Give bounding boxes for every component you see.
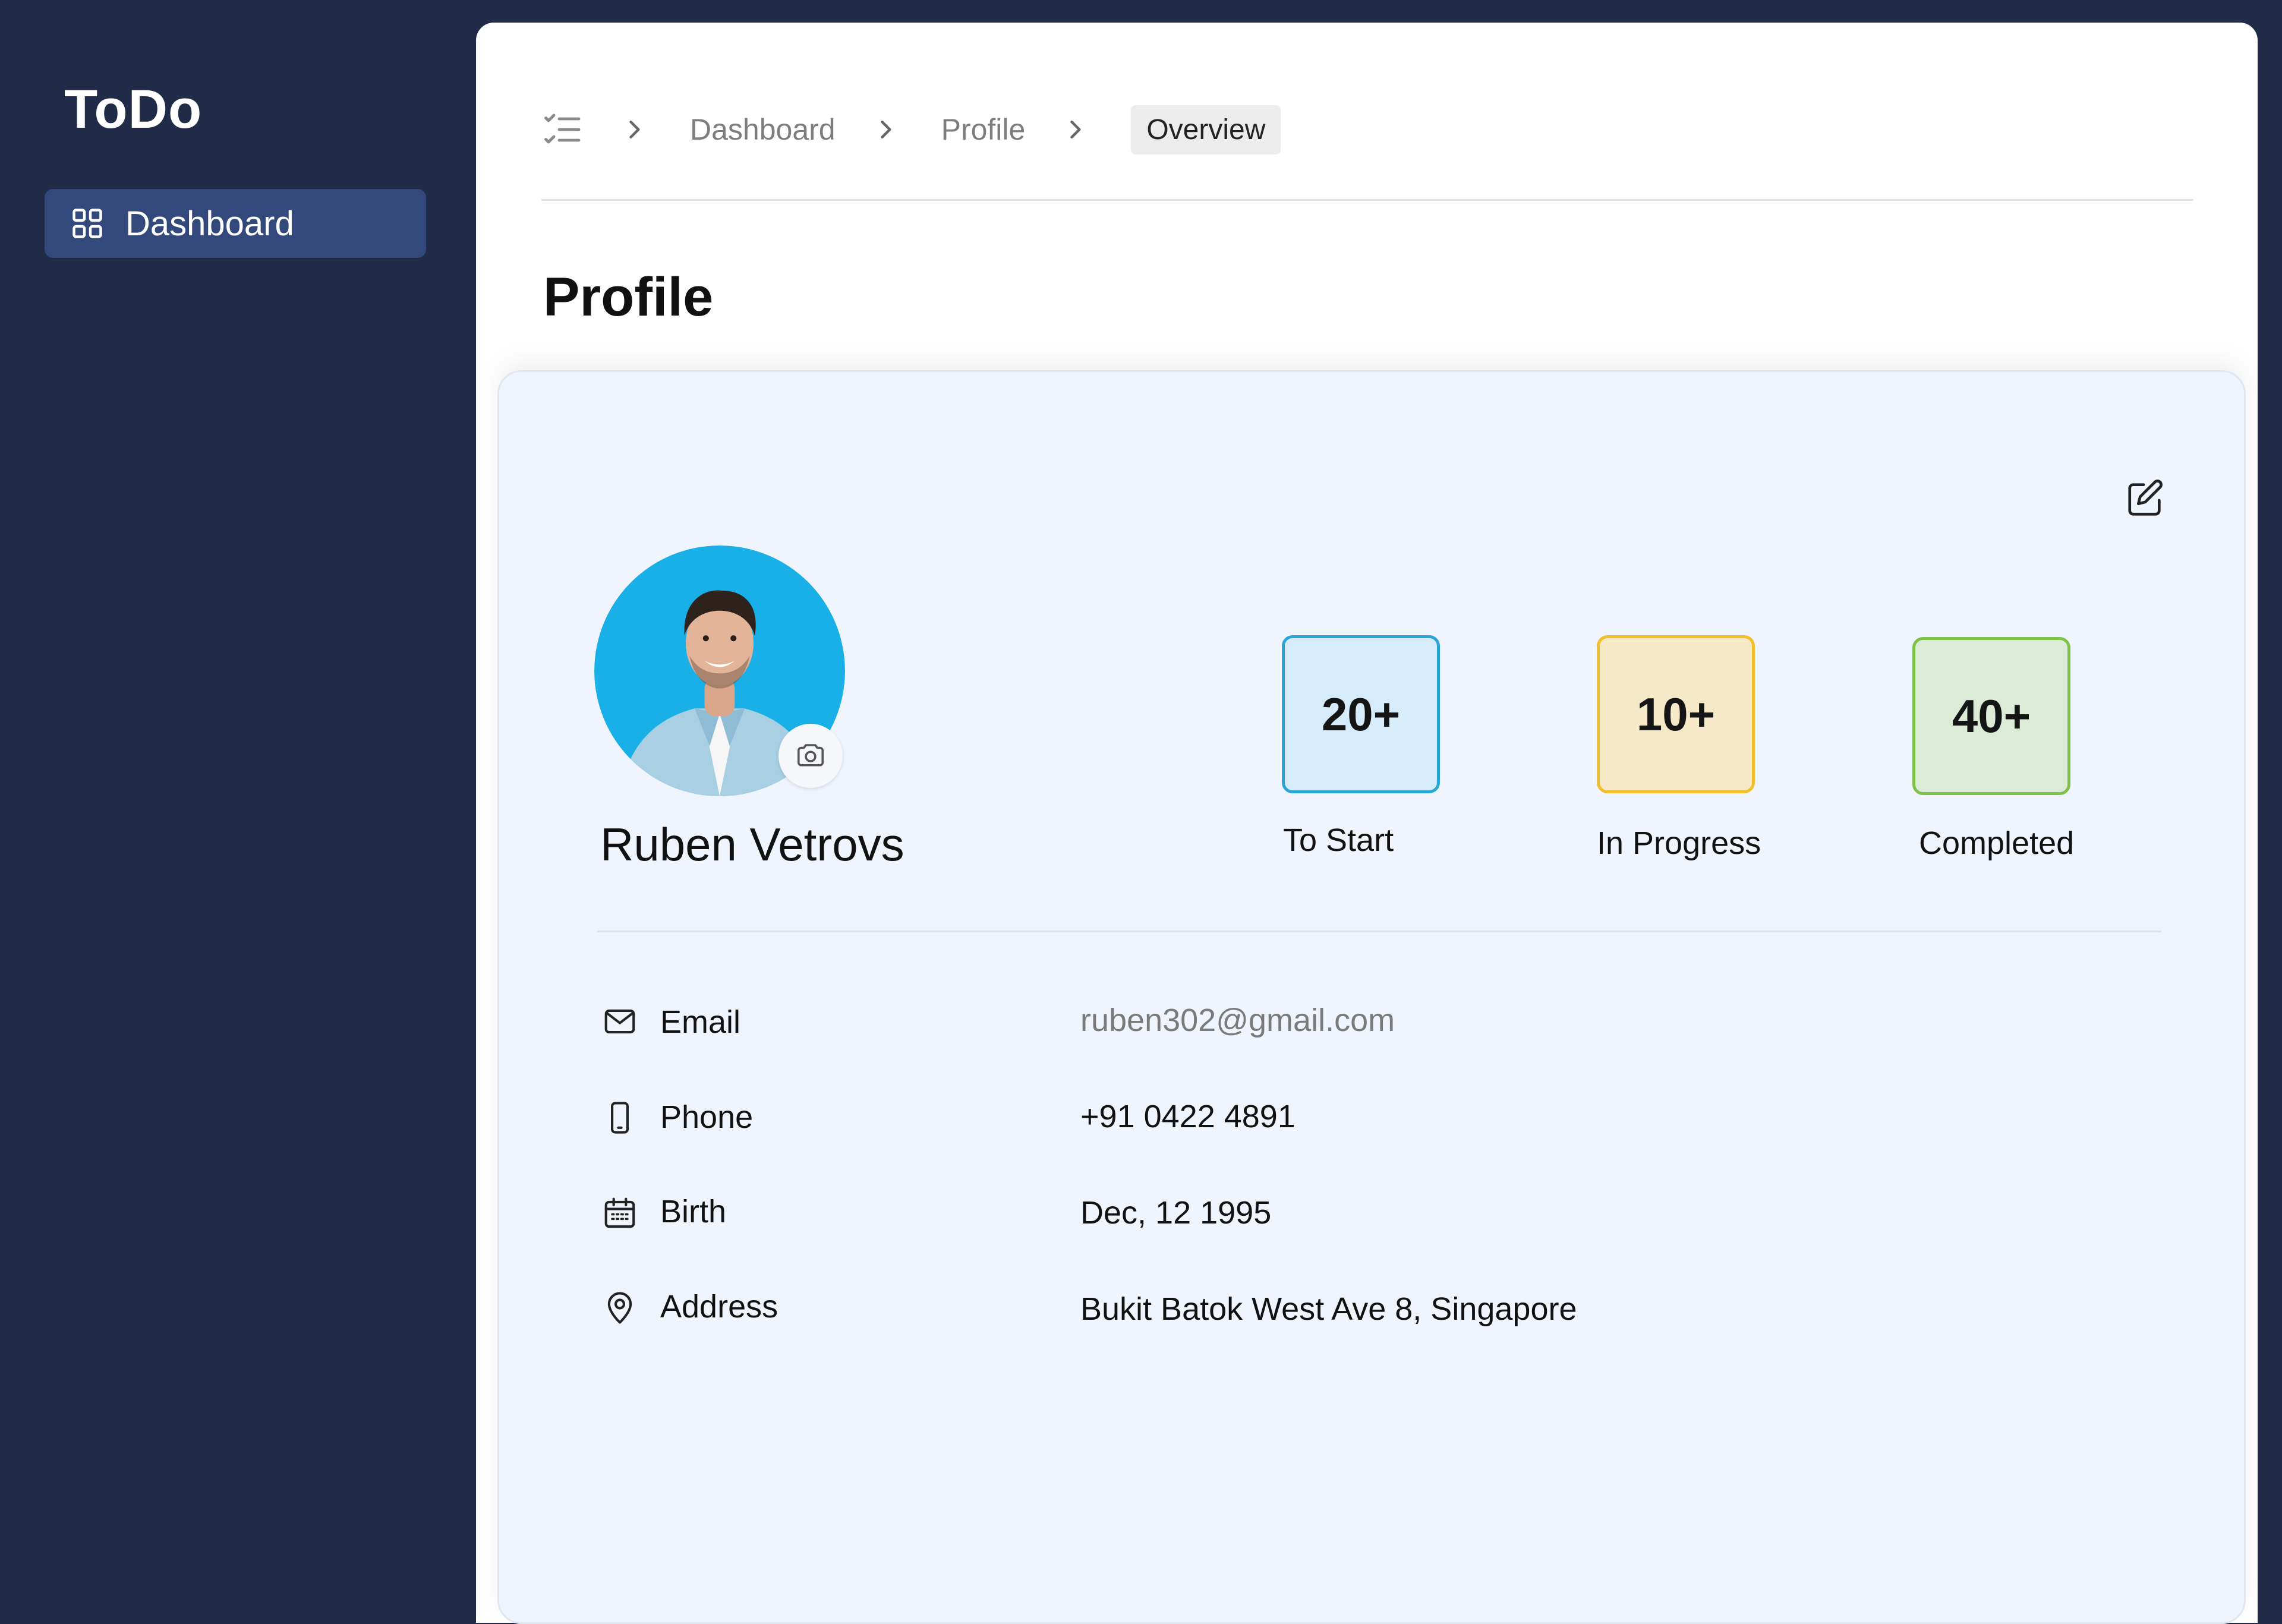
breadcrumb-profile[interactable]: Profile <box>941 112 1026 147</box>
checklist-icon[interactable] <box>541 108 584 151</box>
divider <box>541 199 2193 201</box>
grid-icon <box>73 209 102 238</box>
change-photo-button[interactable] <box>778 724 843 788</box>
main-panel: Dashboard Profile Overview Profile Ruben… <box>476 23 2258 1624</box>
phone-icon <box>600 1098 639 1137</box>
detail-value-phone: +91 0422 4891 <box>1080 1099 1296 1134</box>
avatar-container <box>594 545 845 796</box>
chevron-right-icon <box>1070 120 1081 139</box>
detail-label-phone: Phone <box>660 1099 754 1135</box>
camera-icon <box>797 744 824 767</box>
chevron-right-icon <box>629 120 640 139</box>
stat-in-progress[interactable]: 10+ <box>1597 635 1755 793</box>
calendar-icon <box>600 1193 639 1232</box>
breadcrumb-dashboard[interactable]: Dashboard <box>690 112 836 147</box>
stat-label: Completed <box>1919 825 2075 861</box>
detail-value-birth: Dec, 12 1995 <box>1080 1195 1272 1231</box>
app-title: ToDo <box>64 79 203 140</box>
detail-value-address: Bukit Batok West Ave 8, Singapore <box>1080 1291 1577 1327</box>
location-pin-icon <box>600 1288 639 1327</box>
breadcrumb-current: Overview <box>1131 105 1281 154</box>
breadcrumb: Dashboard Profile Overview <box>541 100 1281 159</box>
stat-value: 20+ <box>1321 688 1401 740</box>
stat-value: 10+ <box>1636 688 1716 740</box>
stat-label: To Start <box>1283 822 1394 858</box>
divider <box>597 931 2161 932</box>
sidebar-item-label: Dashboard <box>125 204 294 243</box>
page-title: Profile <box>543 267 714 327</box>
sidebar: ToDo Dashboard <box>0 0 475 1623</box>
sidebar-item-dashboard[interactable]: Dashboard <box>45 189 426 258</box>
profile-card: Ruben Vetrovs 20+ To Start 10+ In Progre… <box>497 370 2246 1624</box>
detail-value-email: ruben302@gmail.com <box>1080 1002 1395 1038</box>
edit-icon[interactable] <box>2125 478 2166 519</box>
mail-icon <box>600 1002 639 1041</box>
user-name: Ruben Vetrovs <box>600 818 904 871</box>
detail-label-birth: Birth <box>660 1194 727 1229</box>
detail-label-address: Address <box>660 1289 778 1325</box>
detail-label-email: Email <box>660 1004 741 1040</box>
stat-to-start[interactable]: 20+ <box>1282 635 1440 793</box>
stat-value: 40+ <box>1952 689 2031 742</box>
chevron-right-icon <box>880 120 891 139</box>
stat-label: In Progress <box>1597 825 1761 861</box>
stat-completed[interactable]: 40+ <box>1912 637 2070 795</box>
